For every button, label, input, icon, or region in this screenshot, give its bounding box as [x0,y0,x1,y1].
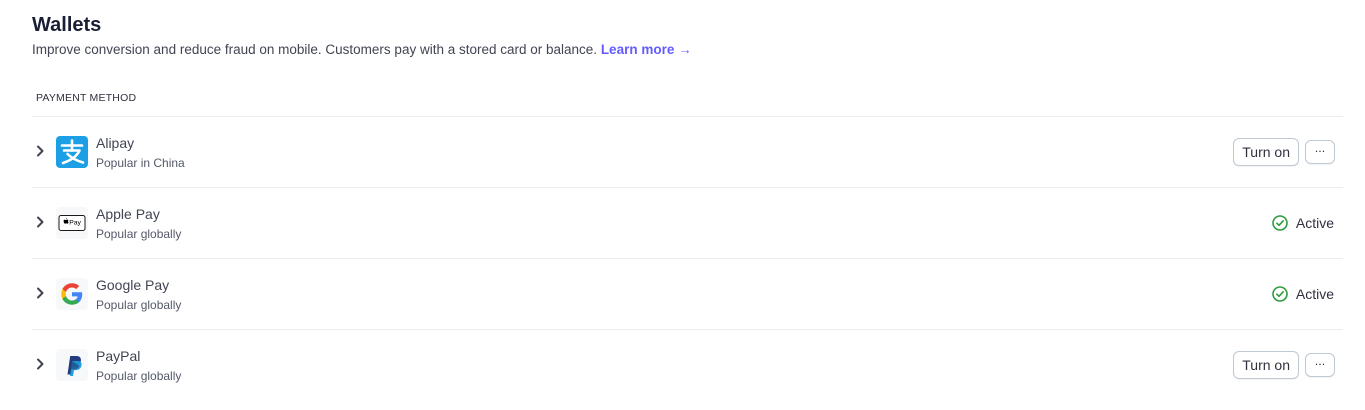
status-label: Active [1295,215,1334,231]
payment-method-row-paypal: PayPal Popular globally Turn on ··· [32,330,1343,400]
google-logo-icon [56,278,88,310]
payment-method-row-apple-pay: Pay Apple Pay Popular globally Active [32,188,1343,259]
status-badge: Active [1272,286,1334,302]
alipay-logo-icon [56,136,88,168]
paypal-logo-icon [56,349,88,381]
payment-method-name: Google Pay [96,277,170,293]
chevron-right-icon[interactable] [34,286,46,300]
turn-on-button[interactable]: Turn on [1233,138,1299,166]
check-circle-icon [1272,286,1288,302]
check-circle-icon [1272,215,1288,231]
payment-method-row-google-pay: Google Pay Popular globally Active [32,259,1343,330]
learn-more-link[interactable]: Learn more → [601,42,692,57]
more-options-button[interactable]: ··· [1305,353,1335,377]
apple-pay-logo-text: Pay [69,220,81,227]
payment-method-description: Popular in China [96,156,185,170]
turn-on-button[interactable]: Turn on [1233,351,1299,379]
payment-method-row-alipay: Alipay Popular in China Turn on ··· [32,117,1343,188]
column-header-payment-method: PAYMENT METHOD [36,92,137,104]
payment-method-name: Apple Pay [96,206,160,222]
page-subtitle: Improve conversion and reduce fraud on m… [32,42,692,57]
apple-pay-logo-icon: Pay [56,207,88,239]
status-badge: Active [1272,215,1334,231]
chevron-right-icon[interactable] [34,215,46,229]
payment-method-description: Popular globally [96,298,182,312]
wallets-settings-page: Wallets Improve conversion and reduce fr… [0,0,1365,410]
status-label: Active [1295,286,1334,302]
payment-method-description: Popular globally [96,369,182,383]
page-title: Wallets [32,14,102,36]
payment-method-list: Alipay Popular in China Turn on ··· Pay … [32,116,1343,400]
payment-method-name: PayPal [96,348,141,364]
payment-method-description: Popular globally [96,227,182,241]
subtitle-text: Improve conversion and reduce fraud on m… [32,42,598,57]
chevron-right-icon[interactable] [34,357,46,371]
chevron-right-icon[interactable] [34,144,46,158]
payment-method-name: Alipay [96,135,135,151]
more-options-button[interactable]: ··· [1305,140,1335,164]
